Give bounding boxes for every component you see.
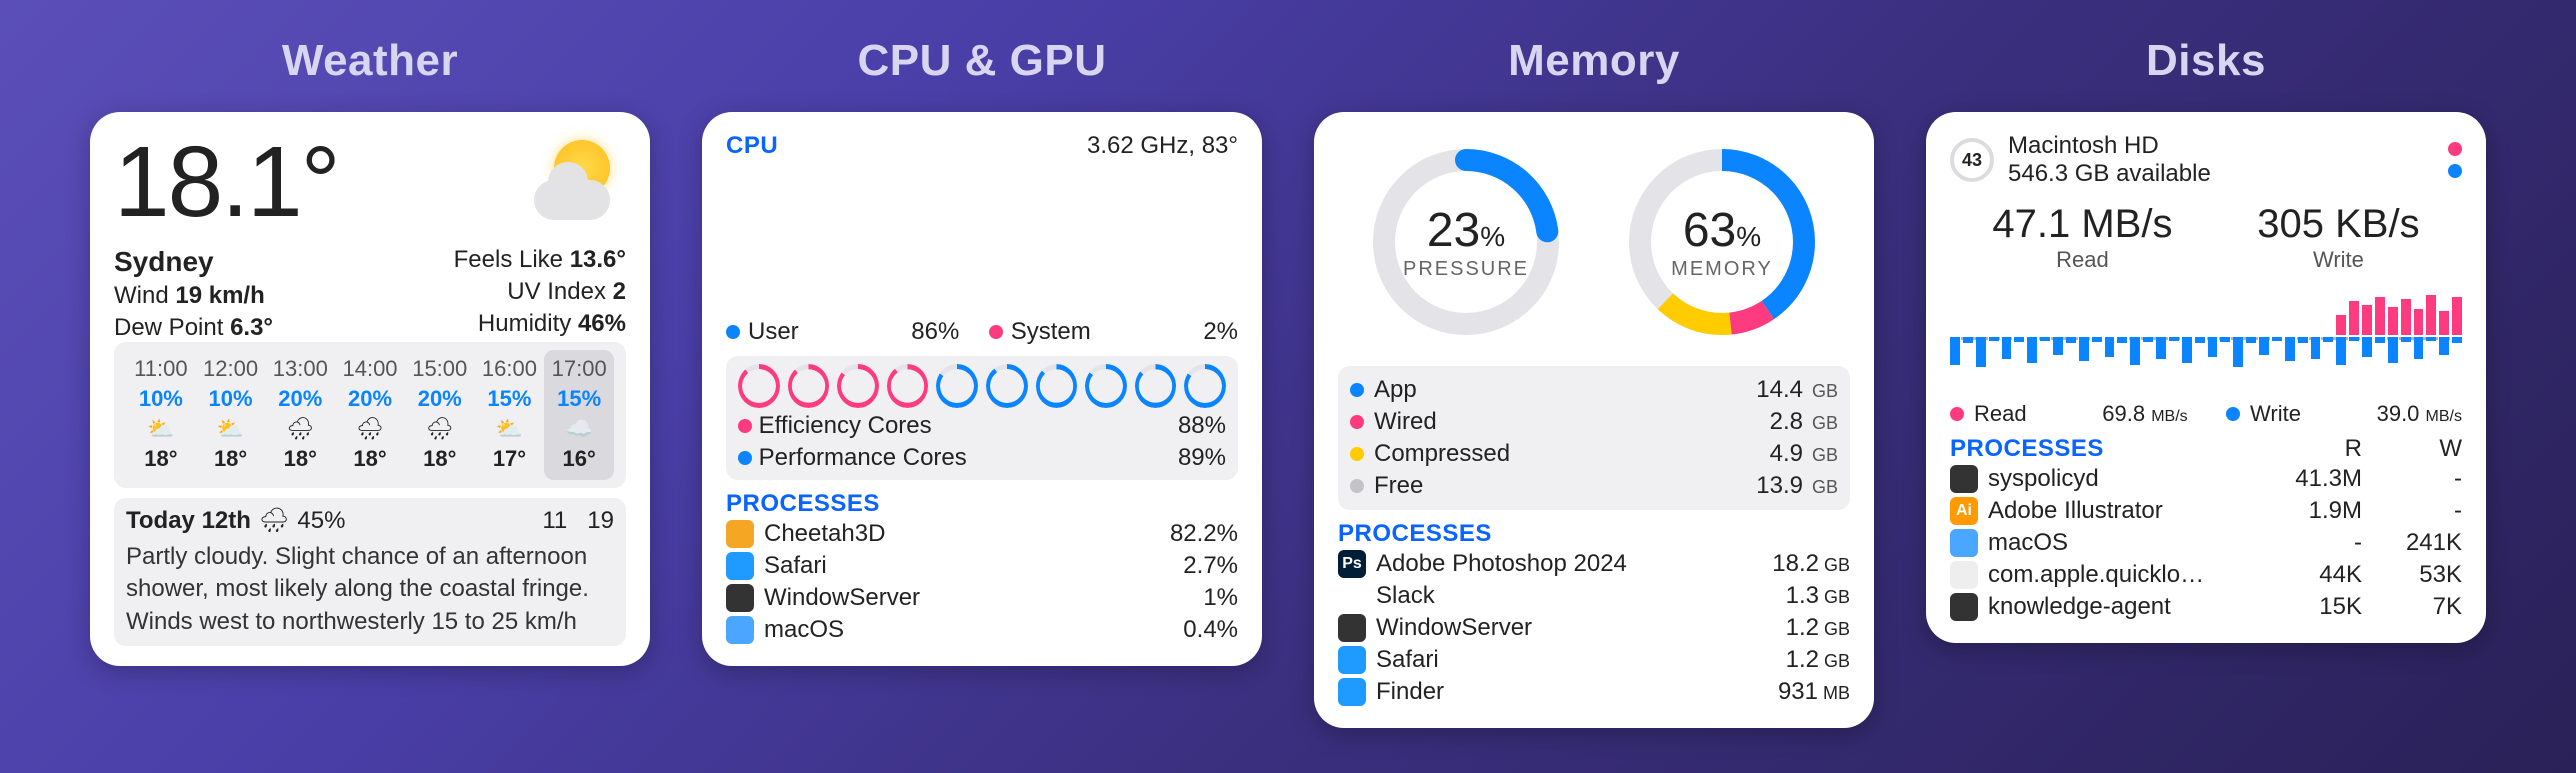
feels-row: Feels Like 13.6° bbox=[454, 246, 626, 274]
cpu-chart bbox=[726, 170, 1238, 310]
disk-dot-write bbox=[2448, 142, 2462, 156]
memory-card: 23%PRESSURE 63%MEMORY App14.4 GBWired2.8… bbox=[1314, 112, 1874, 728]
dew-row: Dew Point 6.3° bbox=[114, 314, 273, 342]
weather-card: 18.1° Sydney Wind 19 km/h Dew Point 6.3°… bbox=[90, 112, 650, 666]
cores-card: Efficiency Cores 88% Performance Cores 8… bbox=[726, 356, 1238, 480]
hour-col[interactable]: 13:0020%🌧18° bbox=[265, 350, 335, 480]
summary-lead: Today 12th bbox=[126, 507, 251, 535]
process-row[interactable]: WindowServer1% bbox=[726, 582, 1238, 614]
memory-breakdown: App14.4 GBWired2.8 GBCompressed4.9 GBFre… bbox=[1338, 366, 1850, 510]
core-donut bbox=[1184, 364, 1226, 408]
disk-proc-header: PROCESSES bbox=[1950, 435, 2262, 463]
legend-write-val: 39.0 MB/s bbox=[2377, 401, 2462, 427]
user-dot bbox=[726, 325, 740, 339]
disk-badge: 43 bbox=[1950, 138, 1994, 182]
core-donut bbox=[1036, 364, 1078, 408]
cpu-freq-temp: 3.62 GHz, 83° bbox=[1087, 132, 1238, 160]
city-label: Sydney bbox=[114, 246, 273, 278]
summary-high: 19 bbox=[587, 507, 614, 534]
hour-col[interactable]: 16:0015%⛅17° bbox=[475, 350, 545, 480]
system-label: System bbox=[1011, 318, 1091, 346]
section-title-weather: Weather bbox=[282, 36, 458, 86]
hourly-forecast: 11:0010%⛅18°12:0010%⛅18°13:0020%🌧18°14:0… bbox=[114, 342, 626, 488]
eff-label: Efficiency Cores bbox=[759, 412, 932, 439]
current-temp: 18.1° bbox=[114, 132, 339, 232]
disk-avail: 546.3 GB available bbox=[2008, 160, 2434, 188]
core-donut bbox=[1085, 364, 1127, 408]
system-dot bbox=[989, 325, 1003, 339]
hour-col[interactable]: 15:0020%🌧18° bbox=[405, 350, 475, 480]
process-row[interactable]: syspolicyd41.3M- bbox=[1950, 463, 2462, 495]
summary-text: Partly cloudy. Slight chance of an after… bbox=[126, 541, 614, 638]
mem-row: Free13.9 GB bbox=[1350, 470, 1838, 502]
process-row[interactable]: macOS-241K bbox=[1950, 527, 2462, 559]
core-donut bbox=[837, 364, 879, 408]
eff-pct: 88% bbox=[1178, 412, 1226, 440]
disk-name: Macintosh HD bbox=[2008, 132, 2434, 160]
write-speed: 305 KB/s bbox=[2257, 202, 2419, 247]
perf-label: Performance Cores bbox=[759, 444, 967, 471]
uv-row: UV Index 2 bbox=[454, 278, 626, 306]
legend-read-val: 69.8 MB/s bbox=[2102, 401, 2187, 427]
process-row[interactable]: AiAdobe Illustrator1.9M- bbox=[1950, 495, 2462, 527]
process-row[interactable]: Finder931 MB bbox=[1338, 676, 1850, 708]
eff-dot bbox=[738, 419, 752, 433]
wind-row: Wind 19 km/h bbox=[114, 282, 273, 310]
memory-gauge: 63%MEMORY bbox=[1622, 142, 1822, 342]
section-title-memory: Memory bbox=[1508, 36, 1680, 86]
mem-row: Wired2.8 GB bbox=[1350, 406, 1838, 438]
humidity-row: Humidity 46% bbox=[454, 310, 626, 338]
disks-card: 43 Macintosh HD 546.3 GB available 47.1 … bbox=[1926, 112, 2486, 643]
core-donut bbox=[738, 364, 780, 408]
mem-row: Compressed4.9 GB bbox=[1350, 438, 1838, 470]
process-row[interactable]: Safari1.2 GB bbox=[1338, 644, 1850, 676]
core-donut bbox=[788, 364, 830, 408]
process-row[interactable]: com.apple.quicklo…44K53K bbox=[1950, 559, 2462, 591]
cpu-proc-header: PROCESSES bbox=[726, 490, 1238, 518]
process-row[interactable]: Safari2.7% bbox=[726, 550, 1238, 582]
process-row[interactable]: ⋮⋮Slack1.3 GB bbox=[1338, 580, 1850, 612]
legend-read-dot bbox=[1950, 407, 1964, 421]
rain-icon: 🌧 bbox=[259, 506, 289, 535]
core-donut bbox=[986, 364, 1028, 408]
system-pct: 2% bbox=[1203, 318, 1238, 346]
process-row[interactable]: macOS0.4% bbox=[726, 614, 1238, 646]
col-r: R bbox=[2262, 435, 2362, 463]
user-label: User bbox=[748, 318, 799, 346]
pressure-gauge: 23%PRESSURE bbox=[1366, 142, 1566, 342]
hour-col[interactable]: 14:0020%🌧18° bbox=[335, 350, 405, 480]
process-row[interactable]: knowledge-agent15K7K bbox=[1950, 591, 2462, 623]
legend-write: Write bbox=[2250, 401, 2301, 427]
core-donut bbox=[1135, 364, 1177, 408]
perf-dot bbox=[738, 451, 752, 465]
legend-read: Read bbox=[1974, 401, 2027, 427]
process-row[interactable]: Cheetah3D82.2% bbox=[726, 518, 1238, 550]
hour-col[interactable]: 17:0015%☁️16° bbox=[544, 350, 614, 480]
disk-dot-read bbox=[2448, 164, 2462, 178]
weather-icon bbox=[526, 132, 626, 232]
section-title-cpu: CPU & GPU bbox=[858, 36, 1107, 86]
cpu-card: CPU 3.62 GHz, 83° User 86% System 2% Eff… bbox=[702, 112, 1262, 666]
core-donut bbox=[936, 364, 978, 408]
hour-col[interactable]: 11:0010%⛅18° bbox=[126, 350, 196, 480]
mem-row: App14.4 GB bbox=[1350, 374, 1838, 406]
read-speed: 47.1 MB/s bbox=[1992, 202, 2172, 247]
legend-write-dot bbox=[2226, 407, 2240, 421]
user-pct: 86% bbox=[911, 318, 959, 346]
col-w: W bbox=[2362, 435, 2462, 463]
mem-proc-header: PROCESSES bbox=[1338, 520, 1850, 548]
process-row[interactable]: PsAdobe Photoshop 202418.2 GB bbox=[1338, 548, 1850, 580]
summary-rain: 45% bbox=[297, 507, 345, 535]
hour-col[interactable]: 12:0010%⛅18° bbox=[196, 350, 266, 480]
section-title-disks: Disks bbox=[2146, 36, 2266, 86]
perf-pct: 89% bbox=[1178, 444, 1226, 472]
disk-chart bbox=[1950, 281, 2462, 391]
forecast-summary: Today 12th 🌧 45% 11 19 Partly cloudy. Sl… bbox=[114, 498, 626, 646]
core-donut bbox=[887, 364, 929, 408]
cpu-header: CPU bbox=[726, 132, 778, 160]
process-row[interactable]: WindowServer1.2 GB bbox=[1338, 612, 1850, 644]
summary-low: 11 bbox=[542, 507, 567, 534]
